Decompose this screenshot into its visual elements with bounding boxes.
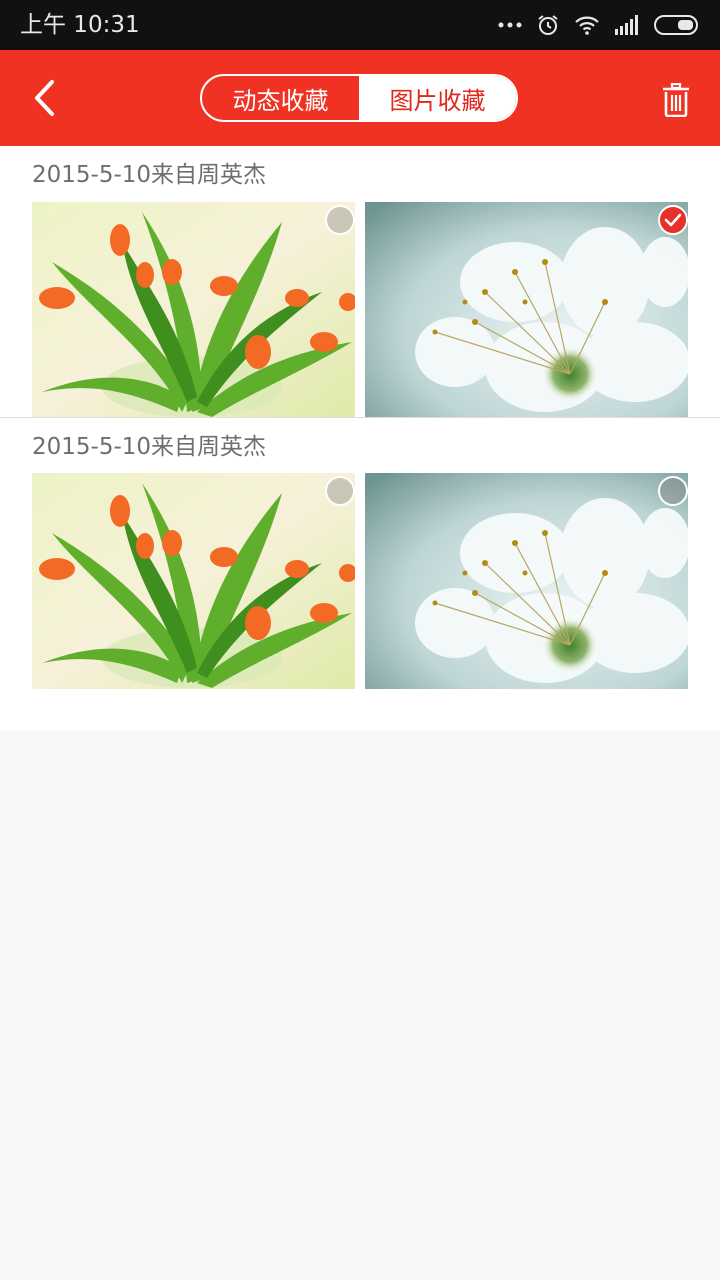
trash-icon <box>663 83 689 117</box>
status-icons <box>498 12 700 38</box>
photo-thumbnail-blossom[interactable] <box>365 473 688 689</box>
wifi-icon <box>575 16 599 35</box>
photo-thumbnail-tulips[interactable] <box>32 202 355 418</box>
favorites-tab-switch: 动态收藏 图片收藏 <box>200 74 518 122</box>
select-checkbox[interactable] <box>325 205 355 235</box>
checkmark-icon <box>664 213 682 227</box>
back-button[interactable] <box>22 76 66 120</box>
select-checkbox-checked[interactable] <box>658 205 688 235</box>
group-date-label: 2015-5-10来自周英杰 <box>32 162 267 188</box>
photo-thumbnail-tulips[interactable] <box>32 473 355 689</box>
tab-feed-favorites[interactable]: 动态收藏 <box>202 76 359 120</box>
select-checkbox[interactable] <box>658 476 688 506</box>
alarm-icon <box>538 15 558 35</box>
signal-icon <box>615 15 638 35</box>
header-bar: 动态收藏 图片收藏 <box>0 50 720 146</box>
delete-button[interactable] <box>656 80 696 120</box>
more-dots-icon <box>498 22 522 28</box>
photo-thumbnail-blossom[interactable] <box>365 202 688 418</box>
status-bar: 上午 10:31 <box>0 0 720 50</box>
favorite-group: 2015-5-10来自周英杰 <box>0 418 720 731</box>
tab-photo-favorites[interactable]: 图片收藏 <box>359 76 516 120</box>
select-checkbox[interactable] <box>325 476 355 506</box>
group-date-label: 2015-5-10来自周英杰 <box>32 434 267 460</box>
photo-favorites-list: 2015-5-10来自周英杰 2015-5-10来自周英杰 <box>0 146 720 731</box>
status-time: 上午 10:31 <box>20 12 140 38</box>
chevron-left-icon <box>35 80 54 116</box>
battery-icon <box>654 15 698 35</box>
favorite-group: 2015-5-10来自周英杰 <box>0 146 720 418</box>
